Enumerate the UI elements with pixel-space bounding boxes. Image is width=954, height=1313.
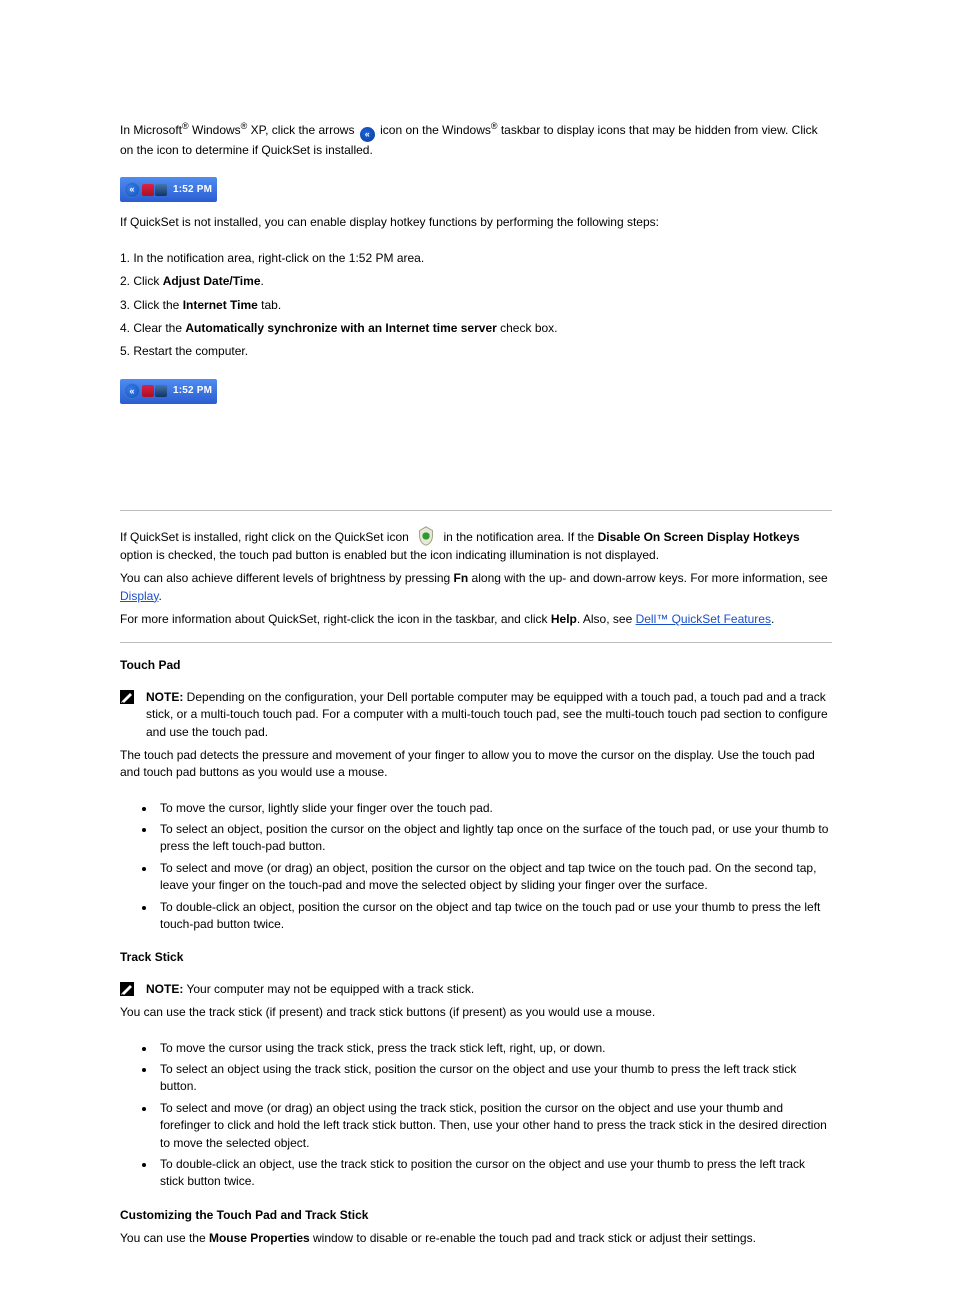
quickset-icon <box>415 525 437 547</box>
touchpad-bullet-1: To move the cursor, lightly slide your f… <box>154 800 832 817</box>
step-2-post: . <box>261 274 264 288</box>
customize-pre: You can use the <box>120 1231 209 1245</box>
note-label-2: NOTE: <box>146 982 183 996</box>
registered-3: ® <box>491 121 498 131</box>
taskbar-tray-image-2: « 1:52 PM <box>120 379 217 404</box>
touchpad-bullet-3: To select and move (or drag) an object, … <box>154 860 832 895</box>
step-4-bold: Automatically synchronize with an Intern… <box>185 321 496 335</box>
also-post: . <box>158 589 161 603</box>
customize-heading-text: Customizing the Touch Pad and Track Stic… <box>120 1208 368 1222</box>
step-4-pre: 4. Clear the <box>120 321 185 335</box>
more-para: For more information about QuickSet, rig… <box>120 611 832 628</box>
step-2-bold: Adjust Date/Time <box>163 274 261 288</box>
quickset-para: If QuickSet is installed, right click on… <box>120 525 832 564</box>
horizontal-rule-2 <box>120 642 832 643</box>
tray-status-icon-1 <box>142 184 154 196</box>
note-body-2: Your computer may not be equipped with a… <box>183 982 474 996</box>
also-bold: Fn <box>454 571 469 585</box>
taskbar-tray-image-1: « 1:52 PM <box>120 177 217 202</box>
step-5: 5. Restart the computer. <box>120 343 832 360</box>
touchpad-bullet-4: To double-click an object, position the … <box>154 899 832 934</box>
intro-mid: Windows <box>189 123 241 137</box>
note-body: Depending on the configuration, your Del… <box>146 690 828 739</box>
tray-status-icon-2 <box>155 184 167 196</box>
also-mid: along with the up- and down-arrow keys. … <box>468 571 828 585</box>
also-pre: You can also achieve different levels of… <box>120 571 454 585</box>
quickset-pre: If QuickSet is installed, right click on… <box>120 530 412 544</box>
step-2-pre: 2. Click <box>120 274 163 288</box>
touchpad-heading-text: Touch Pad <box>120 658 180 672</box>
intro-after-reg: XP, click the arrows <box>247 123 357 137</box>
more-post: . Also, see <box>577 612 636 626</box>
customize-bold: Mouse Properties <box>209 1231 310 1245</box>
step-2: 2. Click Adjust Date/Time. <box>120 273 832 290</box>
intro-prefix: In Microsoft <box>120 123 182 137</box>
trackstick-note-text: NOTE: Your computer may not be equipped … <box>146 981 474 998</box>
intro-after-chevron: icon on the Windows <box>377 123 491 137</box>
quickset-features-link[interactable]: Dell™ QuickSet Features <box>636 612 771 626</box>
step-4: 4. Clear the Automatically synchronize w… <box>120 320 832 337</box>
note-label: NOTE: <box>146 690 183 704</box>
trackstick-heading-text: Track Stick <box>120 950 183 964</box>
more-post2: . <box>771 612 774 626</box>
b2-post: pad button. <box>265 839 325 853</box>
b3-post: pad and move the selected object by slid… <box>322 878 708 892</box>
also-para: You can also achieve different levels of… <box>120 570 832 605</box>
customize-post: window to disable or re-enable the touch… <box>310 1231 756 1245</box>
trackstick-para-1: You can use the track stick (if present)… <box>120 1004 832 1021</box>
note-icon <box>120 690 134 704</box>
touchpad-bullets: To move the cursor, lightly slide your f… <box>154 800 832 934</box>
touchpad-para-1: The touch pad detects the pressure and m… <box>120 747 832 782</box>
touchpad-note-text: NOTE: Depending on the configuration, yo… <box>146 689 832 741</box>
customize-heading: Customizing the Touch Pad and Track Stic… <box>120 1207 832 1224</box>
tray-chevron-icon: « <box>124 182 140 198</box>
trackstick-bullets: To move the cursor using the track stick… <box>154 1040 832 1191</box>
step-4-post: check box. <box>497 321 558 335</box>
tray-time-2: 1:52 PM <box>173 384 212 399</box>
para-if-not-installed: If QuickSet is not installed, you can en… <box>120 214 832 231</box>
tray-status-icon-3 <box>142 385 154 397</box>
more-bold: Help <box>551 612 577 626</box>
registered-1: ® <box>182 121 189 131</box>
touchpad-note: NOTE: Depending on the configuration, yo… <box>120 689 832 741</box>
quickset-mid: in the notification area. If the <box>443 530 597 544</box>
trackstick-bullet-4: To double-click an object, use the track… <box>154 1156 832 1191</box>
touchpad-heading: Touch Pad <box>120 657 832 674</box>
trackstick-bullet-1: To move the cursor using the track stick… <box>154 1040 832 1057</box>
chevron-left-circle-icon: « <box>360 127 375 142</box>
display-link[interactable]: Display <box>120 589 158 603</box>
quickset-post: option is checked, the touch pad button … <box>120 548 659 562</box>
trackstick-note: NOTE: Your computer may not be equipped … <box>120 981 832 998</box>
step-3-bold: Internet Time <box>183 298 258 312</box>
tray-status-icon-4 <box>155 385 167 397</box>
step-3-post: tab. <box>258 298 281 312</box>
step-1: 1. In the notification area, right-click… <box>120 250 832 267</box>
more-pre: For more information about QuickSet, rig… <box>120 612 551 626</box>
trackstick-bullet-3: To select and move (or drag) an object u… <box>154 1100 832 1152</box>
horizontal-rule-1 <box>120 510 832 511</box>
trackstick-bullet-2: To select an object using the track stic… <box>154 1061 832 1096</box>
intro-paragraph: In Microsoft® Windows® XP, click the arr… <box>120 120 832 159</box>
touchpad-bullet-2: To select an object, position the cursor… <box>154 821 832 856</box>
quickset-bold: Disable On Screen Display Hotkeys <box>598 530 800 544</box>
tray-time-1: 1:52 PM <box>173 183 212 198</box>
step-3: 3. Click the Internet Time tab. <box>120 297 832 314</box>
step-3-pre: 3. Click the <box>120 298 183 312</box>
note-icon-2 <box>120 982 134 996</box>
trackstick-heading: Track Stick <box>120 949 832 966</box>
spacer <box>120 416 832 496</box>
tray-chevron-icon-2: « <box>124 383 140 399</box>
customize-para: You can use the Mouse Properties window … <box>120 1230 832 1247</box>
